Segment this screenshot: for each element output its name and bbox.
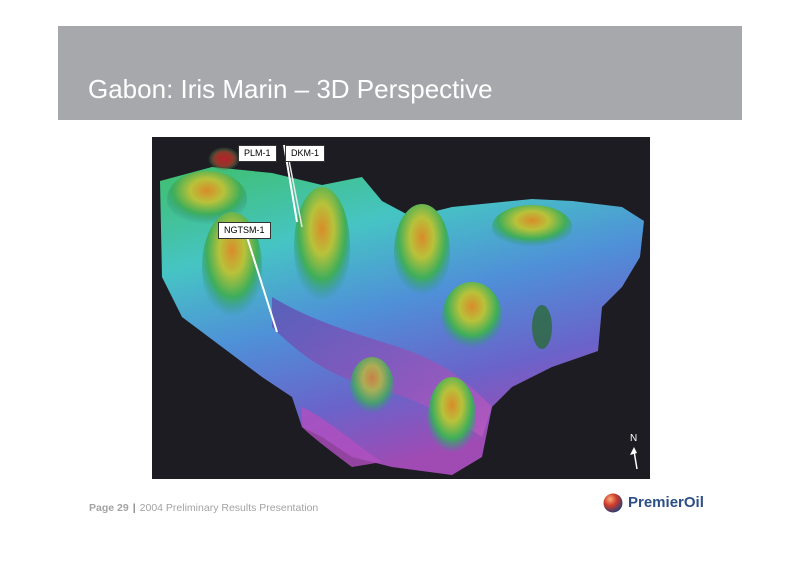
well-label-ngtsm: NGTSM-1 <box>218 222 271 239</box>
peak-spire <box>532 305 552 349</box>
peak-mid <box>394 204 450 300</box>
north-arrow-icon <box>630 447 638 470</box>
seismic-terrain-render <box>160 144 644 475</box>
peak-southwest <box>350 357 394 417</box>
page-number: Page 29 <box>89 502 129 514</box>
premier-oil-logo: PremierOil <box>603 492 723 514</box>
peak-east <box>442 282 502 352</box>
slide-footer: Page 29 | 2004 Preliminary Results Present… <box>89 502 318 514</box>
peak-ne <box>492 205 572 249</box>
peak-south <box>428 377 476 457</box>
well-label-plm: PLM-1 <box>238 145 277 162</box>
logo-sphere-icon <box>603 493 623 513</box>
peak-red-summit <box>208 147 240 171</box>
footer-separator: | <box>132 502 136 514</box>
well-label-dkm: DKM-1 <box>285 145 326 162</box>
presentation-name: 2004 Preliminary Results Presentation <box>139 502 319 514</box>
3d-perspective-image: PLM-1 DKM-1 NGTSM-1 N <box>152 137 650 479</box>
logo-text: PremierOil <box>628 494 704 511</box>
title-bar: Gabon: Iris Marin – 3D Perspective <box>58 26 742 120</box>
north-arrow: N <box>628 433 648 473</box>
slide-title: Gabon: Iris Marin – 3D Perspective <box>88 74 493 104</box>
peak-central <box>294 187 350 307</box>
